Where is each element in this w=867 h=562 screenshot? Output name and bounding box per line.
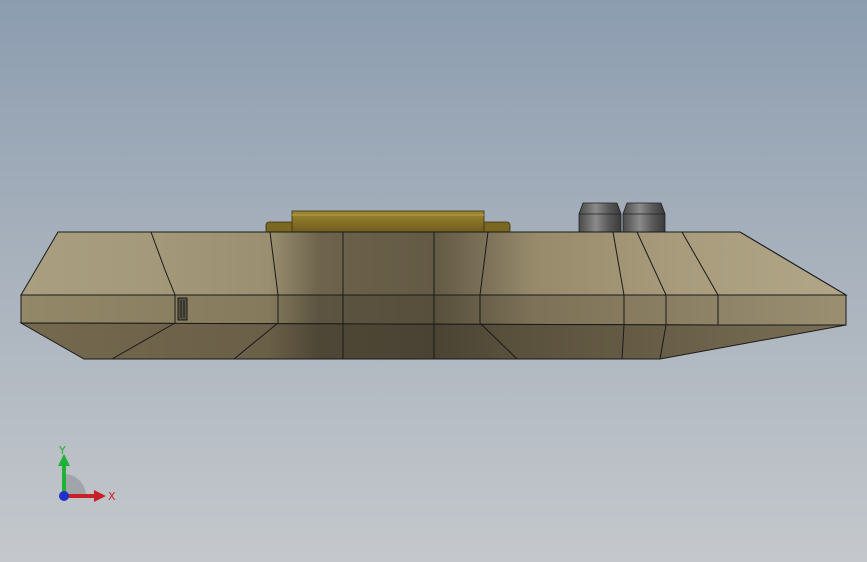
top-plate[interactable] [265, 210, 511, 234]
knob-right[interactable] [622, 202, 666, 233]
orientation-triad[interactable]: Y X [50, 440, 120, 510]
z-axis-dot [59, 491, 69, 501]
knob-left[interactable] [578, 202, 622, 233]
slot-detail [177, 297, 188, 321]
y-axis-label: Y [58, 444, 66, 457]
main-body[interactable] [19, 231, 848, 360]
graphics-viewport[interactable]: Y X [0, 0, 867, 562]
x-axis-head [94, 490, 106, 502]
x-axis-label: X [108, 490, 116, 503]
3d-model[interactable] [0, 0, 867, 562]
